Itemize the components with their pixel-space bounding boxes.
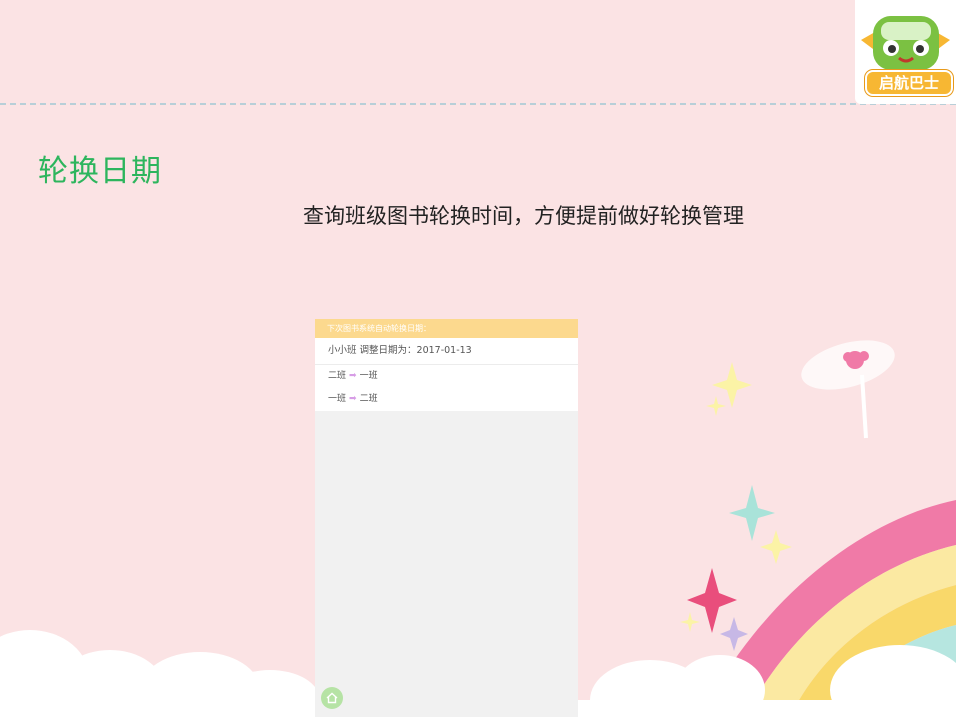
- rotation-item[interactable]: 一班 ➡ 二班: [315, 388, 578, 411]
- rotation-item[interactable]: 二班 ➡ 一班: [315, 365, 578, 388]
- rotation-to: 一班: [359, 371, 378, 381]
- rotation-card: 小小班 调整日期为：2017-01-13 二班 ➡ 一班 一班 ➡ 二班: [315, 338, 578, 411]
- page-title: 轮换日期: [38, 154, 162, 189]
- logo: 启航巴士: [855, 0, 956, 104]
- sparkles: [680, 362, 792, 651]
- lollipop-illustration: [801, 340, 895, 439]
- rotation-from: 二班: [328, 371, 347, 381]
- rotation-from: 一班: [328, 394, 347, 404]
- arrow-right-icon: ➡: [349, 394, 357, 404]
- phone-screenshot: 下次图书系统自动轮换日期： 小小班 调整日期为：2017-01-13 二班 ➡ 一班…: [315, 319, 578, 717]
- home-icon: [326, 692, 338, 704]
- header-divider: [0, 103, 956, 105]
- rotation-date-header: 下次图书系统自动轮换日期：: [315, 319, 578, 338]
- class-adjust-date: 小小班 调整日期为：2017-01-13: [315, 338, 578, 365]
- home-button[interactable]: [321, 687, 343, 709]
- page-subtitle: 查询班级图书轮换时间，方便提前做好轮换管理: [303, 204, 744, 228]
- logo-text: 启航巴士: [865, 70, 953, 96]
- arrow-right-icon: ➡: [349, 371, 357, 381]
- cloud-left: [0, 630, 320, 717]
- rotation-to: 二班: [359, 394, 378, 404]
